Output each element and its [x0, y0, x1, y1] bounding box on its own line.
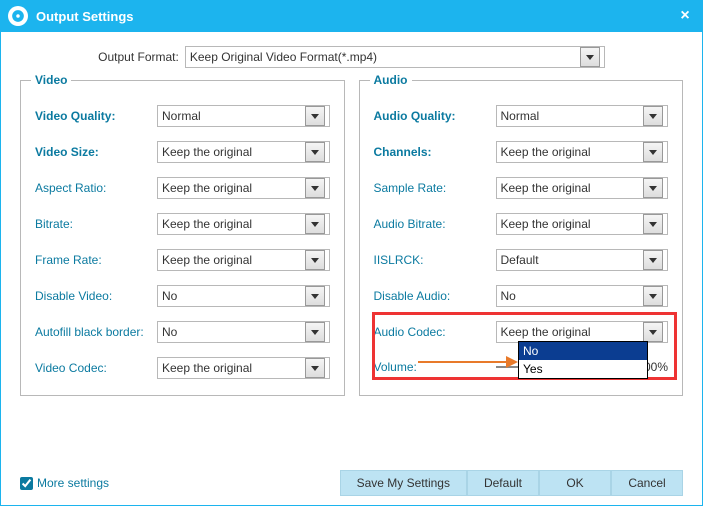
video-panel: Video Video Quality:Normal Video Size:Ke…: [20, 80, 345, 396]
chevron-down-icon: [643, 250, 663, 270]
disable-video-select[interactable]: No: [157, 285, 330, 307]
chevron-down-icon: [643, 286, 663, 306]
chevron-down-icon: [305, 250, 325, 270]
chevron-down-icon: [305, 178, 325, 198]
chevron-down-icon: [305, 214, 325, 234]
video-quality-select[interactable]: Normal: [157, 105, 330, 127]
ok-button[interactable]: OK: [539, 470, 611, 496]
more-settings-checkbox[interactable]: More settings: [20, 476, 109, 490]
output-format-label: Output Format:: [98, 50, 179, 64]
disable-audio-select[interactable]: No: [496, 285, 669, 307]
aspect-ratio-select[interactable]: Keep the original: [157, 177, 330, 199]
dropdown-option-yes[interactable]: Yes: [519, 360, 647, 378]
sample-rate-select[interactable]: Keep the original: [496, 177, 669, 199]
cancel-button[interactable]: Cancel: [611, 470, 683, 496]
more-settings-input[interactable]: [20, 477, 33, 490]
video-size-select[interactable]: Keep the original: [157, 141, 330, 163]
default-button[interactable]: Default: [467, 470, 539, 496]
audio-panel-title: Audio: [370, 73, 412, 87]
dropdown-option-no[interactable]: No: [519, 342, 647, 360]
autofill-border-select[interactable]: No: [157, 321, 330, 343]
chevron-down-icon: [305, 142, 325, 162]
frame-rate-label: Frame Rate:: [35, 253, 157, 267]
disable-audio-label: Disable Audio:: [374, 289, 496, 303]
video-size-label: Video Size:: [35, 145, 157, 159]
app-icon: [8, 6, 28, 26]
iislrck-label: IISLRCK:: [374, 253, 496, 267]
video-codec-label: Video Codec:: [35, 361, 157, 375]
channels-select[interactable]: Keep the original: [496, 141, 669, 163]
audio-quality-label: Audio Quality:: [374, 109, 496, 123]
volume-label: Volume:: [374, 360, 496, 374]
output-format-select[interactable]: Keep Original Video Format(*.mp4): [185, 46, 605, 68]
channels-label: Channels:: [374, 145, 496, 159]
chevron-down-icon: [643, 178, 663, 198]
aspect-ratio-label: Aspect Ratio:: [35, 181, 157, 195]
disable-video-label: Disable Video:: [35, 289, 157, 303]
video-bitrate-select[interactable]: Keep the original: [157, 213, 330, 235]
video-quality-label: Video Quality:: [35, 109, 157, 123]
chevron-down-icon: [580, 47, 600, 67]
audio-bitrate-label: Audio Bitrate:: [374, 217, 496, 231]
iislrck-select[interactable]: Default: [496, 249, 669, 271]
audio-quality-select[interactable]: Normal: [496, 105, 669, 127]
audio-codec-label: Audio Codec:: [374, 325, 496, 339]
audio-bitrate-select[interactable]: Keep the original: [496, 213, 669, 235]
chevron-down-icon: [643, 214, 663, 234]
chevron-down-icon: [305, 322, 325, 342]
chevron-down-icon: [305, 286, 325, 306]
video-bitrate-label: Bitrate:: [35, 217, 157, 231]
video-panel-title: Video: [31, 73, 71, 87]
chevron-down-icon: [305, 106, 325, 126]
window-title: Output Settings: [36, 9, 134, 24]
audio-codec-select[interactable]: Keep the original: [496, 321, 669, 343]
sample-rate-label: Sample Rate:: [374, 181, 496, 195]
video-codec-select[interactable]: Keep the original: [157, 357, 330, 379]
disable-audio-dropdown[interactable]: No Yes: [518, 341, 648, 379]
chevron-down-icon: [643, 322, 663, 342]
save-settings-button[interactable]: Save My Settings: [340, 470, 467, 496]
close-button[interactable]: ×: [675, 7, 695, 25]
chevron-down-icon: [643, 142, 663, 162]
autofill-border-label: Autofill black border:: [35, 325, 157, 339]
chevron-down-icon: [643, 106, 663, 126]
frame-rate-select[interactable]: Keep the original: [157, 249, 330, 271]
chevron-down-icon: [305, 358, 325, 378]
titlebar: Output Settings ×: [0, 0, 703, 32]
